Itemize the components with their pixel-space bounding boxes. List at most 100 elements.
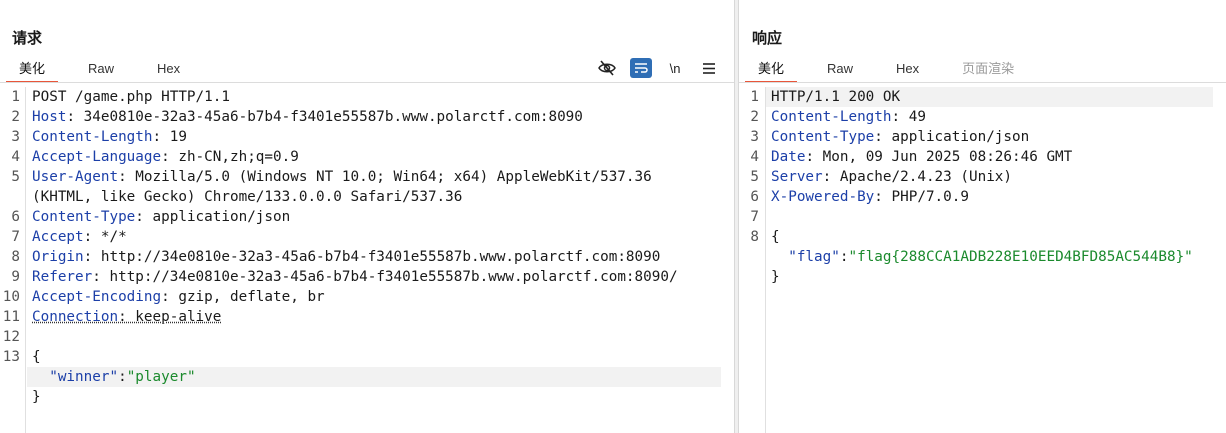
line-number: 2 [11,109,20,125]
header-value: keep-alive [126,309,222,325]
code-line: 11 Connection: keep-alive [0,307,734,327]
header-value: http://34e0810e-32a3-45a6-b7b4-f3401e555… [100,269,678,285]
header-value: Apache/2.4.23 (Unix) [831,169,1013,185]
header-colon: : [118,309,127,325]
request-panel: 请求 美化 Raw Hex \n 1 POST /game.php HTTP/1.… [0,0,734,433]
line-text: { [32,347,41,367]
header-value: Mozilla/5.0 (Windows NT 10.0; Win64; x64… [126,169,652,185]
line-content: (KHTML, like Gecko) Chrome/133.0.0.0 Saf… [32,189,463,205]
line-text: { [771,227,780,247]
header-colon: : [161,289,170,305]
code-line: 13 { [0,347,734,367]
code-line: 5 User-Agent: Mozilla/5.0 (Windows NT 10.… [0,167,734,187]
code-line: 7 Accept: */* [0,227,734,247]
line-content: { [771,229,780,245]
header-name: Origin [32,249,84,265]
header-colon: : [805,149,815,165]
line-text: POST /game.php HTTP/1.1 [32,87,230,107]
line-number: 4 [750,149,759,165]
line-number: 13 [2,349,20,365]
header-value: 19 [161,129,187,145]
code-line: 10 Accept-Encoding: gzip, deflate, br [0,287,734,307]
header-name: Content-Type [32,209,136,225]
request-tabs: 美化 Raw Hex [6,57,210,83]
line-text: Accept-Language: zh-CN,zh;q=0.9 [32,147,299,167]
code-line: 8{ [739,227,1226,247]
line-text: Content-Type: application/json [32,207,290,227]
line-text: "winner":"player" [32,367,195,387]
line-text: Content-Length: 49 [771,107,926,127]
menu-icon[interactable] [698,58,720,78]
header-colon: : [152,129,162,145]
request-editor[interactable]: 1 POST /game.php HTTP/1.1 2 Host: 34e0810e-… [0,87,734,433]
tab-divider [0,82,734,83]
line-number: 1 [750,89,759,105]
header-value: application/json [882,129,1030,145]
word-wrap-icon[interactable] [630,58,652,78]
line-number: 7 [750,209,759,225]
header-value: http://34e0810e-32a3-45a6-b7b4-f3401e555… [92,249,661,265]
json-key: "flag" [788,249,840,265]
header-name: Accept [32,229,84,245]
code-line: 4 Date: Mon, 09 Jun 2025 08:26:46 GMT [739,147,1226,167]
line-text: Connection: keep-alive [32,307,221,327]
line-text: HTTP/1.1 200 OK [771,87,900,107]
header-name: Date [771,149,806,165]
line-number: 6 [750,189,759,205]
header-colon: : [83,249,93,265]
header-colon: : [891,109,901,125]
header-colon: : [874,129,883,145]
header-value: PHP/7.0.9 [882,189,969,205]
code-line: 4 Accept-Language: zh-CN,zh;q=0.9 [0,147,734,167]
code-line: 5 Server: Apache/2.4.23 (Unix) [739,167,1226,187]
code-line: "winner":"player" [0,367,734,387]
tab-render[interactable]: 页面渲染 [949,57,1027,81]
code-line: 12 [0,327,734,347]
tab-divider [739,82,1226,83]
line-text: Content-Type: application/json [771,127,1029,147]
header-value: application/json [143,209,291,225]
code-line: 3 Content-Length: 19 [0,127,734,147]
tab-raw[interactable]: Raw [75,57,127,81]
line-text: Accept-Encoding: gzip, deflate, br [32,287,325,307]
header-colon: : [135,209,144,225]
tab-raw[interactable]: Raw [814,57,866,81]
request-title: 请求 [12,30,43,47]
line-number: 7 [11,229,20,245]
header-name: Content-Length [32,129,153,145]
header-name: Referer [32,269,93,285]
line-text: } [771,267,780,287]
line-text: Content-Length: 19 [32,127,187,147]
header-name: X-Powered-By [771,189,875,205]
header-name: Accept-Encoding [32,289,162,305]
code-line: 1 HTTP/1.1 200 OK [739,87,1226,107]
tab-pretty[interactable]: 美化 [6,57,59,83]
line-number: 2 [750,109,759,125]
code-line: 7 [739,207,1226,227]
header-name: User-Agent [32,169,119,185]
response-tabs: 美化 Raw Hex 页面渲染 [745,57,1044,83]
line-number: 6 [11,209,20,225]
hide-nonprintable-icon[interactable] [596,58,618,78]
header-name: Content-Type [771,129,875,145]
code-line: "flag":"flag{288CCA1ADB228E10EED4BFD85AC… [739,247,1226,267]
line-number: 10 [2,289,20,305]
line-number: 4 [11,149,20,165]
code-line: 6 X-Powered-By: PHP/7.0.9 [739,187,1226,207]
header-colon: : [83,229,93,245]
tab-pretty[interactable]: 美化 [745,57,798,83]
line-number: 12 [2,329,20,345]
response-panel: 响应 美化 Raw Hex 页面渲染 1 HTTP/1.1 200 OK 2 Cont… [739,0,1226,433]
tab-hex[interactable]: Hex [144,57,193,81]
response-title: 响应 [752,30,783,47]
code-line: 1 POST /game.php HTTP/1.1 [0,87,734,107]
line-number: 3 [11,129,20,145]
code-line: } [0,387,734,407]
line-content: { [32,349,41,365]
header-name: Connection [32,309,119,325]
response-editor[interactable]: 1 HTTP/1.1 200 OK 2 Content-Length: 49 3 Cont… [739,87,1226,433]
header-colon: : [118,169,127,185]
newline-toggle-button[interactable]: \n [664,58,686,78]
header-value: 49 [900,109,926,125]
tab-hex[interactable]: Hex [883,57,932,81]
